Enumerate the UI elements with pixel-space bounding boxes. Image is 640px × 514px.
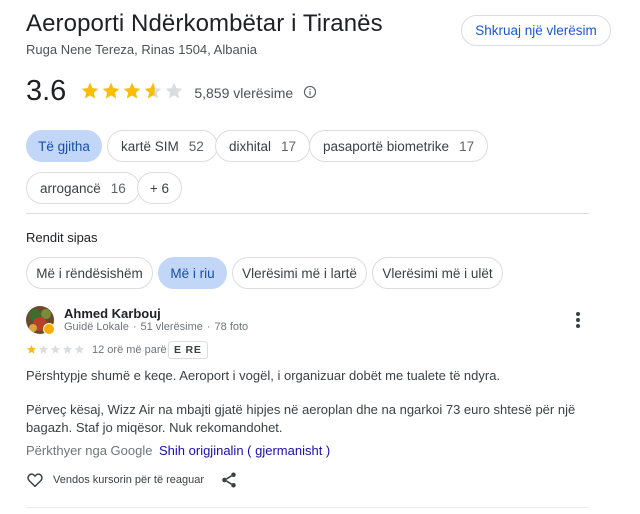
star-icon	[165, 82, 183, 99]
write-review-button[interactable]: Shkruaj një vlerësim	[461, 15, 611, 46]
sort-option-label: Më i riu	[170, 265, 215, 281]
filter-chip-all[interactable]: Të gjitha	[26, 130, 102, 162]
rating-value: 3.6	[26, 75, 67, 107]
see-original-link[interactable]: Shih origjinalin ( gjermanisht )	[159, 443, 330, 458]
translated-label: Përkthyer nga Google	[26, 443, 153, 458]
rating-summary: 3.6 5,859 vlerësime	[26, 74, 317, 108]
star-icon	[26, 344, 37, 354]
filter-chip-label: pasaportë biometrike	[323, 138, 450, 154]
filter-chip-more[interactable]: + 6	[137, 172, 182, 204]
star-icon	[62, 344, 73, 354]
filter-chip-count: 16	[110, 180, 126, 196]
sort-label: Rendit sipas	[26, 230, 98, 245]
filter-chip-label: dixhital	[229, 138, 272, 154]
heart-outline-icon[interactable]	[26, 471, 44, 489]
review-author[interactable]: Ahmed Karbouj	[64, 306, 161, 321]
filter-chip-sim-card[interactable]: kartë SIM 52	[107, 130, 218, 162]
review-text-paragraph-2: Përveç kësaj, Wizz Air na mbajti gjatë h…	[26, 402, 576, 435]
star-icon	[74, 344, 85, 354]
filter-chip-label: Të gjitha	[38, 138, 90, 154]
share-icon[interactable]	[220, 471, 238, 489]
filter-chip-label: kartë SIM	[121, 138, 179, 154]
sort-option-label: Vlerësimi më i ulët	[382, 265, 493, 281]
bottom-divider	[26, 507, 589, 508]
sort-most-relevant[interactable]: Më i rëndësishëm	[26, 257, 153, 289]
rating-count: 5,859 vlerësime	[194, 85, 294, 101]
filter-chip-label: arrogancë	[40, 180, 101, 196]
sort-highest-rating[interactable]: Vlerësimi më i lartë	[232, 257, 367, 289]
review-time: 12 orë më parë	[92, 344, 167, 356]
filter-chip-count: 52	[188, 138, 204, 154]
rating-stars	[80, 81, 184, 101]
separator-dot: ·	[132, 321, 137, 333]
star-icon	[144, 82, 162, 99]
sort-option-label: Më i rëndësishëm	[36, 265, 143, 281]
filter-chip-label: + 6	[149, 180, 170, 196]
star-icon	[102, 82, 120, 99]
filter-chip-biometric-passport[interactable]: pasaportë biometrike 17	[309, 130, 489, 162]
separator-dot: ·	[206, 321, 211, 333]
sort-option-label: Vlerësimi më i lartë	[242, 265, 357, 281]
filter-chip-count: 17	[459, 138, 475, 154]
sort-lowest-rating[interactable]: Vlerësimi më i ulët	[372, 257, 503, 289]
filter-chip-arrogance[interactable]: arrogancë 16	[26, 172, 140, 204]
star-icon	[123, 82, 141, 99]
review-stars	[26, 344, 85, 355]
section-divider	[26, 213, 589, 214]
star-icon	[50, 344, 61, 354]
filter-chip-digital[interactable]: dixhital 17	[215, 130, 311, 162]
author-meta: Guidë Lokale · 51 vlerësime · 78 foto	[64, 321, 248, 333]
local-guide-badge-icon	[43, 323, 55, 335]
star-icon	[81, 82, 99, 99]
place-title: Aeroporti Ndërkombëtar i Tiranës	[26, 10, 383, 37]
filter-chip-count: 17	[281, 138, 297, 154]
author-review-count: 51 vlerësime	[140, 321, 203, 333]
author-photo-count: 78 foto	[214, 321, 249, 333]
write-review-label: Shkruaj një vlerësim	[475, 23, 597, 38]
sort-newest[interactable]: Më i riu	[158, 257, 227, 289]
star-icon	[38, 344, 49, 354]
author-level: Guidë Lokale	[64, 321, 129, 333]
review-text-paragraph-1: Përshtypje shumë e keqe. Aeroport i vogë…	[26, 368, 501, 383]
more-vert-icon[interactable]	[571, 310, 585, 330]
info-icon[interactable]	[303, 85, 317, 99]
place-address: Ruga Nene Tereza, Rinas 1504, Albania	[26, 42, 258, 57]
new-badge: E RE	[168, 341, 208, 359]
react-label: Vendos kursorin për të reaguar	[53, 474, 205, 486]
